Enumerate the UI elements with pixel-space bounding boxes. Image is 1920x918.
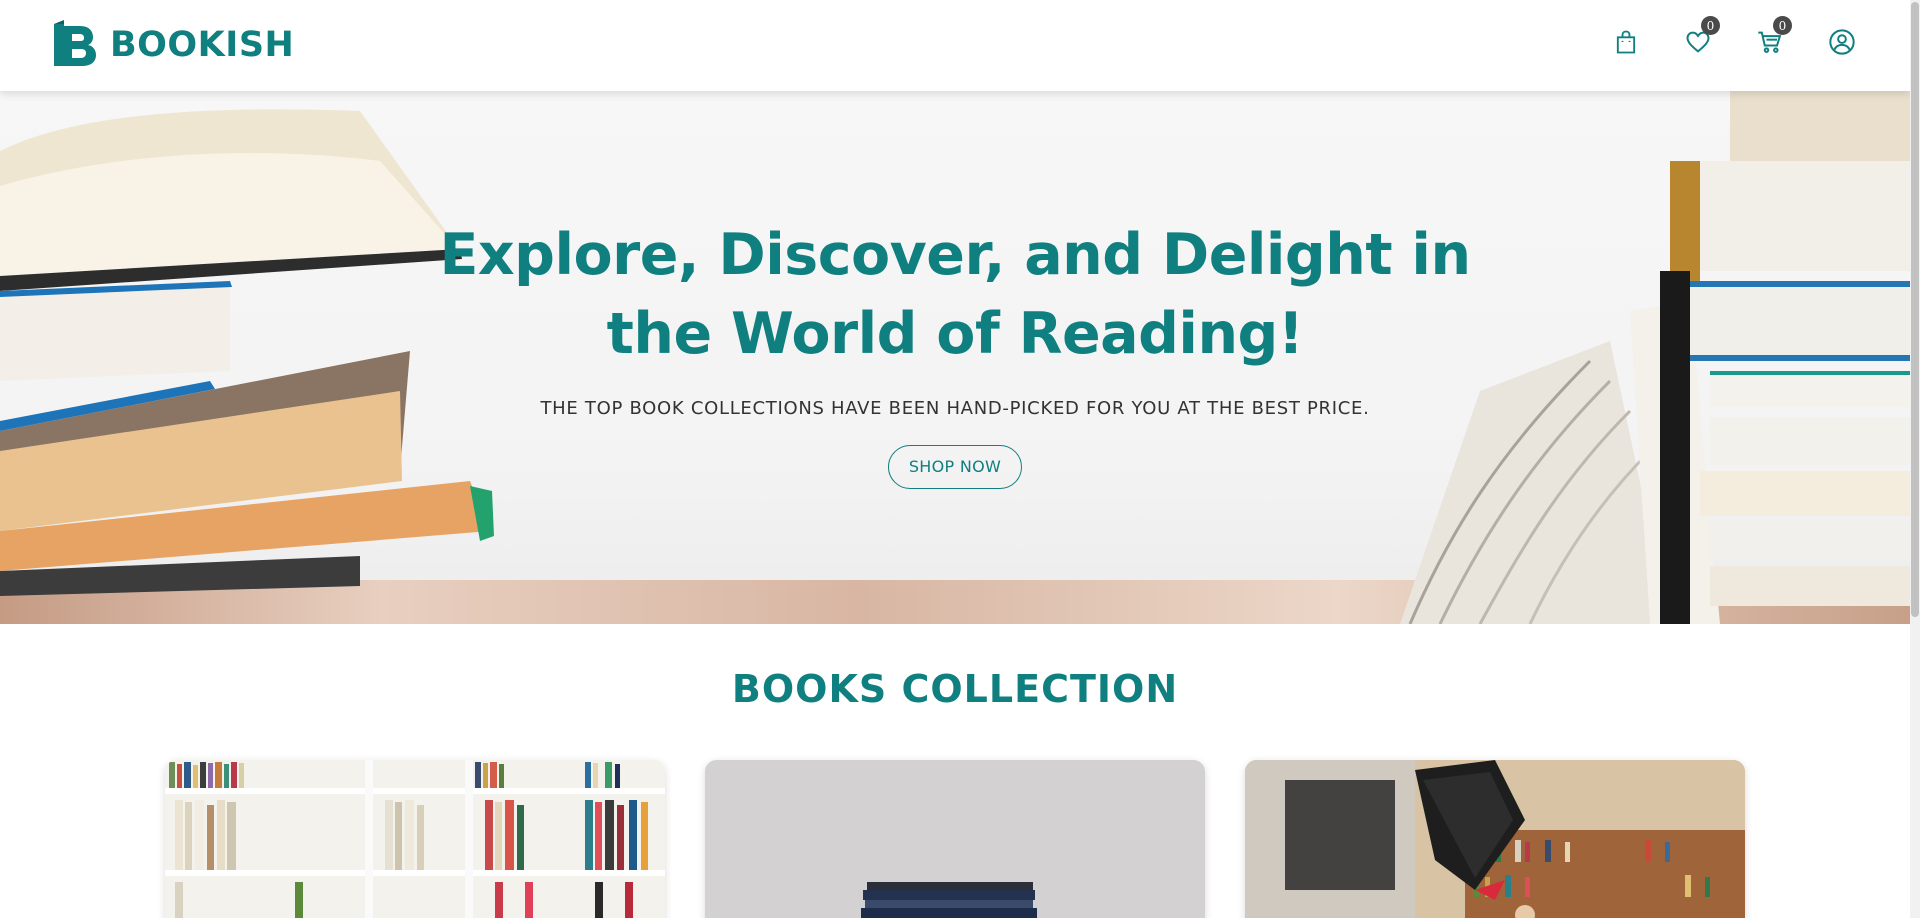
library-image: [1245, 760, 1745, 918]
brand-name: BOOKISH: [110, 25, 295, 65]
hero-heading-line-2: the World of Reading!: [606, 301, 1304, 367]
scrollbar-thumb[interactable]: [1911, 2, 1919, 617]
hero-heading-line-1: Explore, Discover, and Delight in: [439, 222, 1471, 288]
shop-button[interactable]: [1610, 22, 1642, 62]
cart-button[interactable]: 0: [1754, 16, 1792, 62]
account-button[interactable]: [1826, 22, 1858, 62]
hero-banner: Explore, Discover, and Delight in the Wo…: [0, 91, 1910, 624]
bookshelf-image: [165, 760, 665, 918]
wishlist-count-badge: 0: [1701, 16, 1720, 35]
user-icon: [1829, 29, 1855, 55]
collection-card-bookshelf[interactable]: [165, 760, 665, 918]
brand-logo[interactable]: BOOKISH: [50, 20, 294, 70]
collection-heading: BOOKS COLLECTION: [731, 667, 1179, 711]
shopping-bag-icon: [1616, 30, 1636, 54]
book-stack-image: [705, 760, 1205, 918]
collection-card-book-stack[interactable]: [705, 760, 1205, 918]
book-logo-icon: [54, 20, 96, 66]
hero-heading: Explore, Discover, and Delight in the Wo…: [420, 216, 1490, 374]
shop-now-button[interactable]: SHOP NOW: [887, 445, 1023, 489]
wishlist-button[interactable]: 0: [1682, 16, 1720, 62]
header-actions: 0 0: [1570, 16, 1858, 62]
page-scrollbar[interactable]: [1910, 0, 1920, 918]
collection-card-library[interactable]: [1245, 760, 1745, 918]
hero-content: Explore, Discover, and Delight in the Wo…: [420, 216, 1490, 489]
cart-count-badge: 0: [1773, 16, 1792, 35]
site-header: BOOKISH 0 0: [0, 0, 1910, 91]
hero-subtitle: THE TOP BOOK COLLECTIONS HAVE BEEN HAND-…: [540, 398, 1370, 419]
